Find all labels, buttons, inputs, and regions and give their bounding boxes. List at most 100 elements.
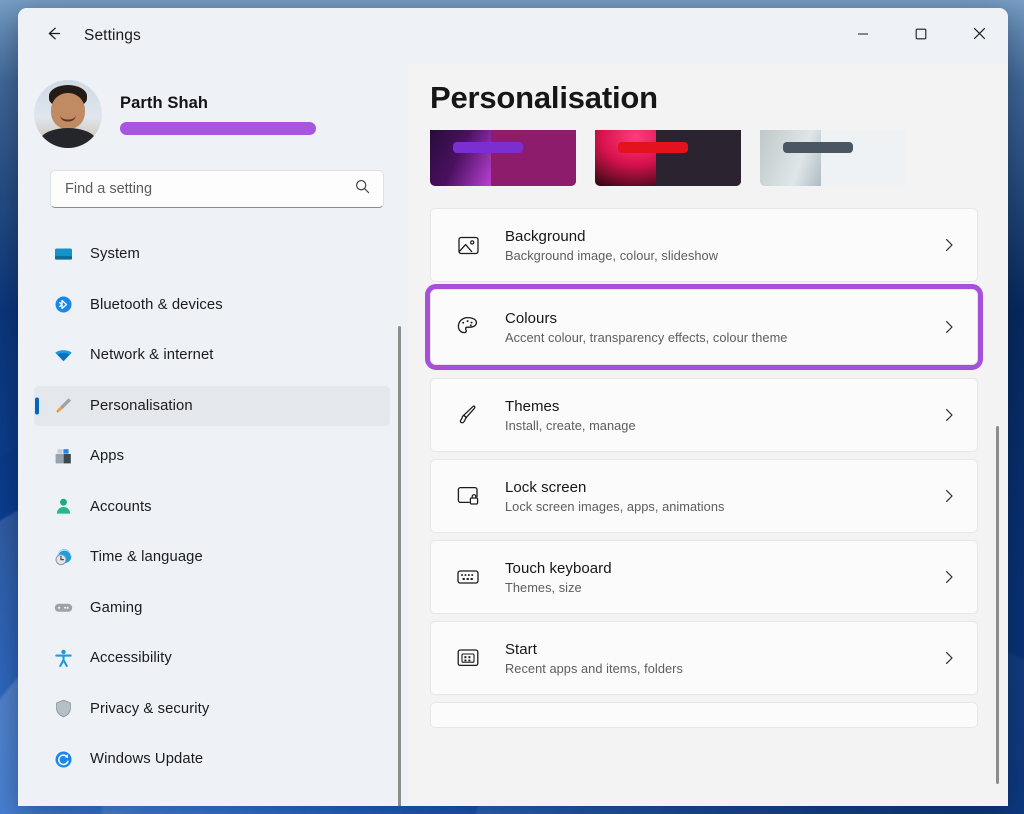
sidebar-item-label: Apps bbox=[90, 448, 125, 464]
row-text: Themes Install, create, manage bbox=[505, 398, 941, 433]
sidebar-item-accessibility[interactable]: Accessibility bbox=[34, 638, 390, 678]
start-icon bbox=[453, 643, 483, 673]
search-icon[interactable] bbox=[354, 178, 371, 200]
sidebar-item-time-language[interactable]: Time & language bbox=[34, 537, 390, 577]
row-text: Background Background image, colour, sli… bbox=[505, 228, 941, 263]
sidebar-item-personalisation[interactable]: Personalisation bbox=[34, 385, 390, 426]
setting-row-touch-keyboard[interactable]: Touch keyboard Themes, size bbox=[430, 540, 978, 614]
avatar-face bbox=[51, 93, 85, 130]
theme-taskbar-preview bbox=[618, 141, 689, 153]
maximize-button[interactable] bbox=[892, 8, 950, 64]
theme-preview-purple[interactable] bbox=[430, 130, 576, 186]
window-body: Parth Shah Find a setting System Bluetoo… bbox=[18, 64, 1008, 806]
lock-screen-icon bbox=[453, 481, 483, 511]
clock-globe-icon bbox=[52, 546, 74, 568]
row-title: Lock screen bbox=[505, 478, 587, 496]
row-title: Touch keyboard bbox=[505, 559, 612, 577]
shield-icon bbox=[52, 698, 74, 720]
settings-window: Settings Parth Shah Find a setting Syste… bbox=[18, 8, 1008, 806]
theme-preview-dark-red[interactable] bbox=[595, 130, 741, 186]
gamepad-icon bbox=[52, 597, 74, 619]
row-text: Touch keyboard Themes, size bbox=[505, 560, 941, 595]
row-text: Colours Accent colour, transparency effe… bbox=[505, 310, 941, 345]
account-name: Parth Shah bbox=[120, 93, 209, 112]
row-text: Start Recent apps and items, folders bbox=[505, 641, 941, 676]
sidebar-item-windows-update[interactable]: Windows Update bbox=[34, 739, 390, 776]
sidebar-nav: System Bluetooth & devices Network & int… bbox=[18, 234, 408, 776]
theme-window-preview bbox=[656, 130, 741, 186]
setting-row-lock-screen[interactable]: Lock screen Lock screen images, apps, an… bbox=[430, 459, 978, 533]
row-title: Background bbox=[505, 227, 586, 245]
brush-icon bbox=[453, 400, 483, 430]
window-controls bbox=[834, 8, 1008, 64]
sidebar-item-label: Bluetooth & devices bbox=[90, 296, 223, 313]
sidebar-item-privacy-security[interactable]: Privacy & security bbox=[34, 689, 390, 729]
row-title: Colours bbox=[505, 309, 558, 327]
search-wrapper bbox=[18, 150, 408, 208]
sidebar-item-gaming[interactable]: Gaming bbox=[34, 588, 390, 628]
minimize-button[interactable] bbox=[834, 8, 892, 64]
chevron-right-icon bbox=[941, 319, 957, 335]
setting-row-start[interactable]: Start Recent apps and items, folders bbox=[430, 621, 978, 695]
sidebar-item-label: Time & language bbox=[90, 549, 203, 565]
image-icon bbox=[453, 230, 483, 260]
row-subtitle: Accent colour, transparency effects, col… bbox=[505, 329, 788, 345]
wifi-icon bbox=[52, 344, 74, 366]
sidebar-item-label: Privacy & security bbox=[90, 700, 210, 717]
chevron-right-icon bbox=[941, 237, 957, 253]
account-block[interactable]: Parth Shah bbox=[18, 64, 408, 150]
row-subtitle: Background image, colour, slideshow bbox=[505, 247, 719, 263]
sidebar-item-label: Gaming bbox=[90, 599, 143, 616]
setting-row-background[interactable]: Background Background image, colour, sli… bbox=[430, 208, 978, 282]
minimize-icon bbox=[857, 27, 869, 45]
keyboard-icon bbox=[453, 562, 483, 592]
sidebar-item-accounts[interactable]: Accounts bbox=[34, 487, 390, 527]
sidebar-item-label: Personalisation bbox=[90, 397, 193, 414]
row-subtitle: Lock screen images, apps, animations bbox=[505, 498, 725, 514]
update-icon bbox=[52, 748, 74, 770]
sidebar-item-system[interactable]: System bbox=[34, 234, 390, 274]
theme-taskbar-preview bbox=[453, 141, 524, 153]
sidebar-item-label: System bbox=[90, 246, 140, 262]
chevron-right-icon bbox=[941, 407, 957, 423]
row-text: Lock screen Lock screen images, apps, an… bbox=[505, 479, 941, 514]
theme-taskbar-preview bbox=[783, 141, 854, 153]
content-scrollbar[interactable] bbox=[996, 426, 999, 784]
avatar-shirt bbox=[40, 128, 96, 148]
window-title: Settings bbox=[84, 27, 141, 44]
search-input[interactable] bbox=[65, 181, 354, 197]
back-arrow-icon bbox=[44, 24, 63, 48]
account-email-redaction bbox=[120, 121, 316, 135]
row-subtitle: Install, create, manage bbox=[505, 417, 636, 433]
close-button[interactable] bbox=[950, 8, 1008, 64]
theme-window-preview bbox=[491, 130, 576, 186]
bluetooth-icon bbox=[52, 294, 74, 316]
account-text: Parth Shah bbox=[120, 94, 316, 135]
sidebar-item-label: Accounts bbox=[90, 498, 152, 515]
monitor-icon bbox=[52, 243, 74, 265]
avatar bbox=[34, 80, 102, 148]
accessibility-icon bbox=[52, 647, 74, 669]
back-button[interactable] bbox=[36, 19, 70, 53]
paintbrush-icon bbox=[52, 395, 74, 417]
sidebar-item-apps[interactable]: Apps bbox=[34, 436, 390, 476]
desktop-wallpaper: Settings Parth Shah Find a setting Syste… bbox=[0, 0, 1024, 814]
sidebar-item-network-internet[interactable]: Network & internet bbox=[34, 335, 390, 375]
sidebar-scrollbar[interactable] bbox=[398, 326, 401, 806]
theme-window-preview bbox=[821, 130, 906, 186]
setting-row-colours[interactable]: Colours Accent colour, transparency effe… bbox=[425, 284, 983, 370]
sidebar-item-label: Accessibility bbox=[90, 650, 172, 666]
person-icon bbox=[52, 496, 74, 518]
setting-row-themes[interactable]: Themes Install, create, manage bbox=[430, 378, 978, 452]
settings-rows: Background Background image, colour, sli… bbox=[425, 208, 983, 728]
row-subtitle: Recent apps and items, folders bbox=[505, 660, 683, 676]
chevron-right-icon bbox=[941, 488, 957, 504]
row-subtitle: Themes, size bbox=[505, 579, 582, 595]
theme-preview-light-grey[interactable] bbox=[760, 130, 906, 186]
theme-thumbnail-strip bbox=[430, 130, 978, 186]
sidebar-item-label: Windows Update bbox=[90, 751, 204, 767]
setting-row-partial[interactable] bbox=[430, 702, 978, 728]
sidebar-item-bluetooth-devices[interactable]: Bluetooth & devices bbox=[34, 285, 390, 325]
search-box[interactable] bbox=[50, 170, 384, 208]
chevron-right-icon bbox=[941, 650, 957, 666]
